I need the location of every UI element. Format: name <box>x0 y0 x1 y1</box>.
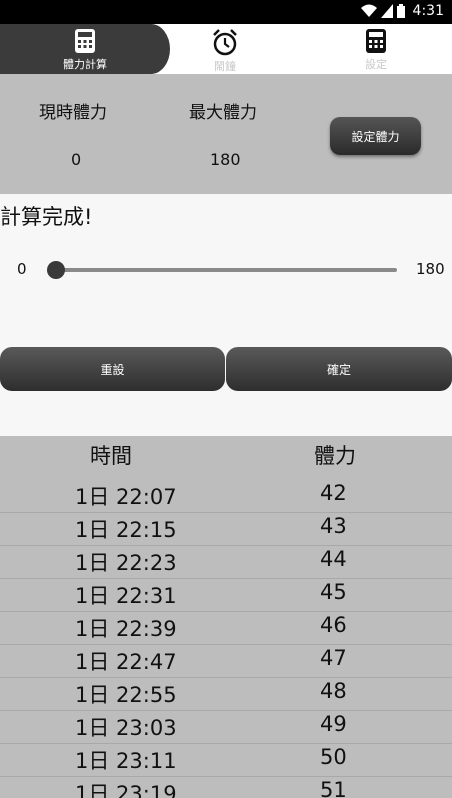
row-time: 1日 22:15 <box>75 518 177 542</box>
table-row: 1日 22:39 46 <box>0 611 452 645</box>
row-time: 1日 22:23 <box>75 551 177 575</box>
wifi-icon <box>360 4 377 17</box>
stamina-slider-thumb[interactable] <box>47 261 65 279</box>
tab-bar: 體力計算 鬧鐘 設定 <box>0 24 452 74</box>
reset-button[interactable]: 重設 <box>0 347 225 391</box>
table-row: 1日 22:23 44 <box>0 545 452 579</box>
calculator-icon <box>75 29 95 53</box>
stamina-slider-track[interactable] <box>57 268 397 272</box>
row-stamina: 50 <box>320 745 347 769</box>
max-stamina-label: 最大體力 <box>189 103 257 123</box>
row-time: 1日 23:11 <box>75 749 177 773</box>
tab-label: 體力計算 <box>63 58 107 71</box>
table-row: 1日 23:03 49 <box>0 710 452 744</box>
tab-alarm[interactable]: 鬧鐘 <box>170 24 280 74</box>
row-stamina: 45 <box>320 580 347 604</box>
max-stamina-value: 180 <box>210 150 241 169</box>
calc-status: 計算完成! <box>0 205 93 229</box>
table-row: 1日 22:07 42 <box>0 479 452 513</box>
row-stamina: 48 <box>320 679 347 703</box>
row-time: 1日 22:55 <box>75 683 177 707</box>
row-stamina: 49 <box>320 712 347 736</box>
status-icons: 4:31 <box>360 3 444 19</box>
tab-label: 鬧鐘 <box>214 60 236 73</box>
row-time: 1日 22:31 <box>75 584 177 608</box>
row-time: 1日 23:03 <box>75 716 177 740</box>
current-stamina-value: 0 <box>71 150 82 169</box>
status-time: 4:31 <box>412 3 444 19</box>
tab-settings[interactable]: 設定 <box>300 24 452 74</box>
table-row: 1日 23:11 50 <box>0 743 452 777</box>
row-time: 1日 22:47 <box>75 650 177 674</box>
tab-label: 設定 <box>365 58 387 71</box>
signal-icon <box>380 4 393 18</box>
row-stamina: 42 <box>320 481 347 505</box>
tab-stamina-calc[interactable]: 體力計算 <box>0 24 170 74</box>
row-time: 1日 22:07 <box>75 485 177 509</box>
table-row: 1日 22:47 47 <box>0 644 452 678</box>
table-row: 1日 22:31 45 <box>0 578 452 612</box>
confirm-button[interactable]: 確定 <box>226 347 452 391</box>
table-row: 1日 23:19 51 <box>0 776 452 798</box>
row-stamina: 51 <box>320 778 347 798</box>
status-bar: 4:31 <box>0 0 452 24</box>
table-row: 1日 22:15 43 <box>0 512 452 546</box>
table-row: 1日 22:55 48 <box>0 677 452 711</box>
current-stamina-label: 現時體力 <box>39 103 107 123</box>
calculator-icon <box>366 29 386 53</box>
row-stamina: 47 <box>320 646 347 670</box>
slider-max-label: 180 <box>416 260 445 278</box>
time-column-header: 時間 <box>90 444 132 468</box>
row-time: 1日 22:39 <box>75 617 177 641</box>
row-stamina: 44 <box>320 547 347 571</box>
row-stamina: 46 <box>320 613 347 637</box>
row-stamina: 43 <box>320 514 347 538</box>
battery-icon <box>396 4 405 18</box>
row-time: 1日 23:19 <box>75 782 177 798</box>
slider-min-label: 0 <box>17 260 27 278</box>
set-stamina-button[interactable]: 設定體力 <box>330 117 421 155</box>
stamina-column-header: 體力 <box>314 444 356 468</box>
alarm-clock-icon <box>213 29 237 56</box>
